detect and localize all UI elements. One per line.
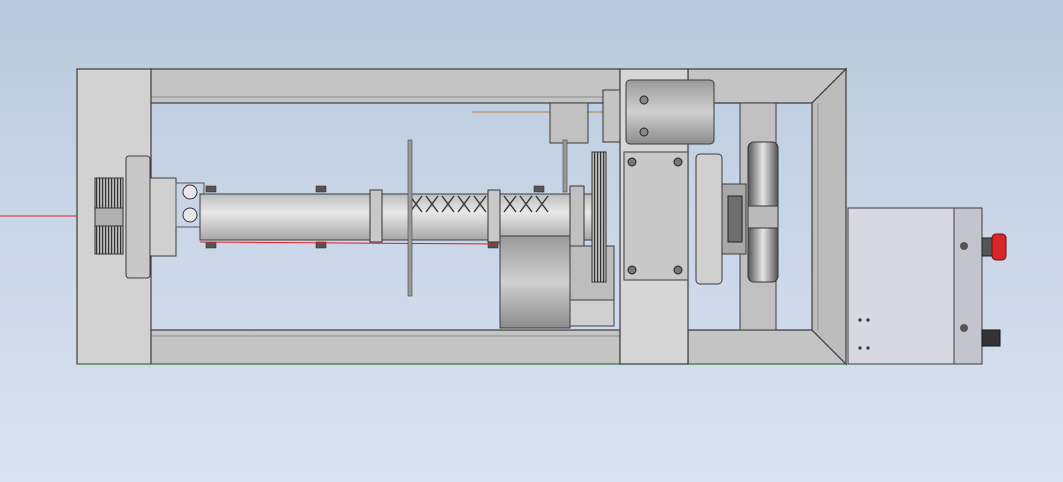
upper-motor[interactable] — [625, 79, 715, 145]
frame-top-rail — [149, 68, 621, 104]
left-spur-gear[interactable] — [94, 177, 124, 255]
frame-bottom-rail — [149, 329, 621, 365]
frame-right-rail — [811, 67, 847, 366]
cad-viewport[interactable] — [0, 0, 1063, 482]
assembly-drawing — [0, 67, 1007, 366]
connector-port[interactable] — [981, 329, 1001, 347]
control-box[interactable] — [847, 207, 983, 365]
center-gear[interactable] — [591, 89, 622, 283]
roller-wheel[interactable] — [747, 141, 779, 283]
bearing-hub[interactable] — [695, 153, 747, 285]
left-flange-hub[interactable] — [125, 155, 205, 279]
emergency-stop-button[interactable] — [981, 233, 1007, 261]
